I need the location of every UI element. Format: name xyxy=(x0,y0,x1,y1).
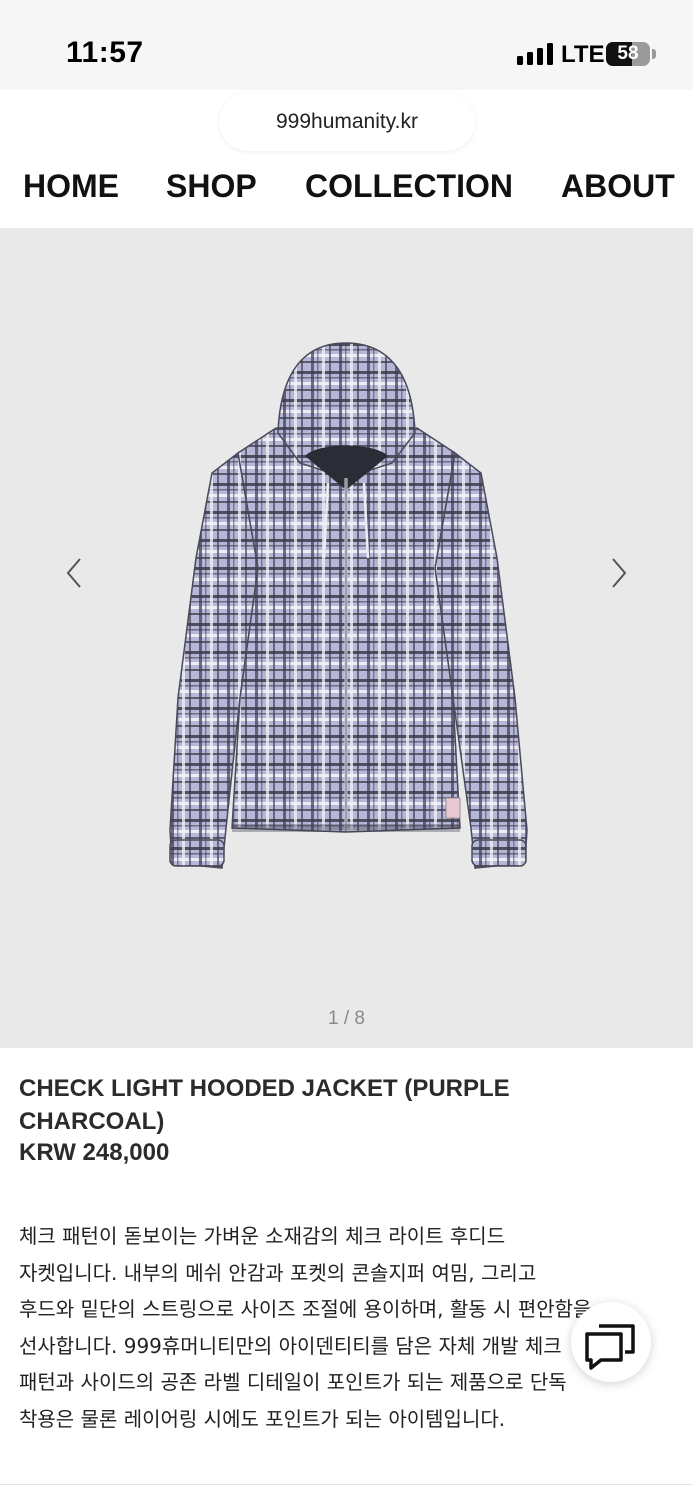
chevron-right-icon[interactable] xyxy=(603,553,633,593)
product-title-line: CHARCOAL) xyxy=(19,1108,165,1135)
product-title: CHECK LIGHT HOODED JACKET (PURPLE CHARCO… xyxy=(19,1072,579,1138)
product-title-line: CHECK LIGHT HOODED JACKET (PURPLE xyxy=(19,1075,510,1102)
chat-icon xyxy=(585,1324,635,1370)
status-time: 11:57 xyxy=(66,36,144,69)
nav-item-collection[interactable]: COLLECTION xyxy=(305,168,513,205)
nav-item-about[interactable]: ABOUT xyxy=(561,168,675,205)
description-line: 자켓입니다. 내부의 메쉬 안감과 포켓의 콘솔지퍼 여밈, 그리고 xyxy=(19,1260,537,1285)
network-type: LTE xyxy=(561,41,605,68)
chevron-left-icon[interactable] xyxy=(60,553,90,593)
product-gallery[interactable]: 1 / 8 xyxy=(0,228,693,1048)
divider xyxy=(0,1484,693,1485)
status-bar: 11:57 LTE 58 xyxy=(0,0,693,90)
address-bar-url: 999humanity.kr xyxy=(275,110,419,133)
main-nav: HOME SHOP COLLECTION ABOUT xyxy=(4,160,690,227)
gallery-counter: 1 / 8 xyxy=(328,1008,365,1029)
nav-item-shop[interactable]: SHOP xyxy=(166,168,257,205)
description-line: 체크 패턴이 돋보이는 가벼운 소재감의 체크 라이트 후디드 xyxy=(19,1224,506,1248)
product-image xyxy=(169,342,528,869)
chat-button[interactable] xyxy=(571,1302,651,1382)
address-bar[interactable]: 999humanity.kr xyxy=(219,93,475,151)
nav-item-home[interactable]: HOME xyxy=(23,168,119,205)
battery-percent: 58 xyxy=(617,43,639,64)
product-price: KRW 248,000 xyxy=(19,1139,170,1166)
description-line: 착용은 물론 레이어링 시에도 포인트가 되는 아이템입니다. xyxy=(19,1406,506,1431)
battery-tip xyxy=(652,49,656,59)
battery-icon: 58 xyxy=(606,42,650,66)
signal-strength-icon xyxy=(517,43,553,65)
